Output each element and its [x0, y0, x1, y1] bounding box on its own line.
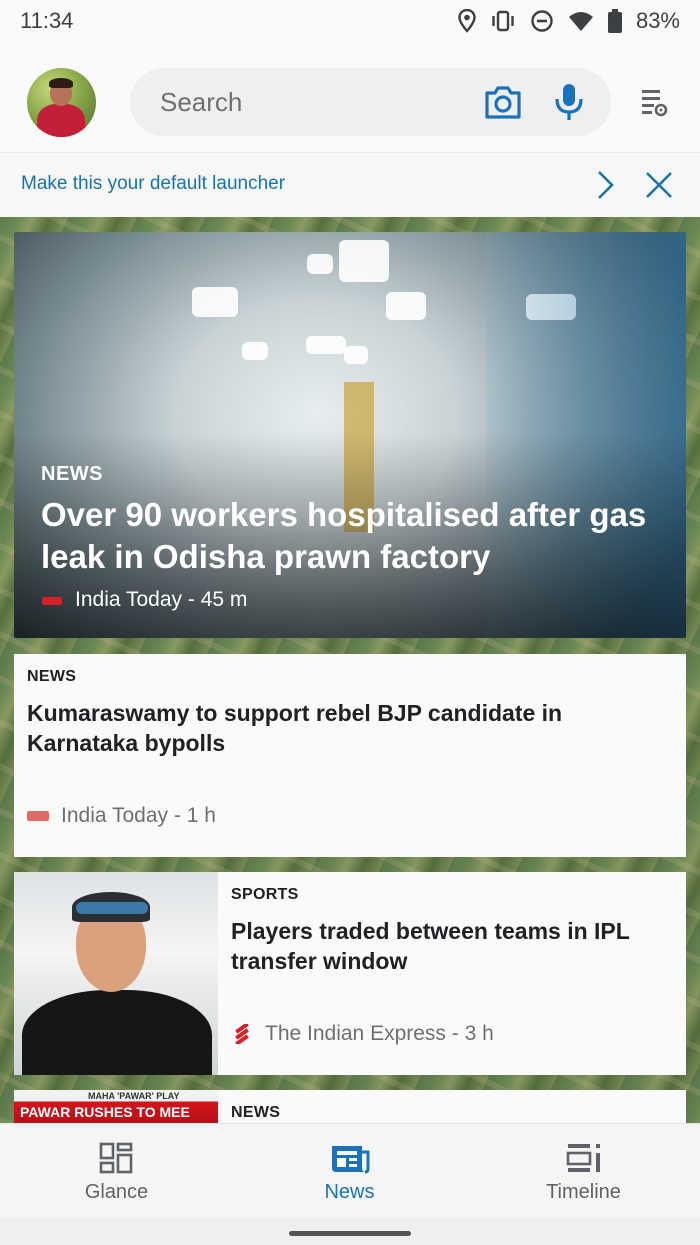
header: Search	[0, 42, 700, 152]
wifi-icon	[568, 12, 593, 31]
card-title[interactable]: Players traded between teams in IPL tran…	[231, 916, 671, 976]
microphone-icon[interactable]	[554, 82, 584, 122]
search-bar[interactable]: Search	[130, 68, 611, 136]
india-today-logo-icon	[27, 811, 49, 821]
card-source: The Indian Express - 3 h	[265, 1022, 494, 1045]
card-category: SPORTS	[231, 886, 299, 903]
do-not-disturb-icon	[531, 10, 553, 32]
card-title[interactable]: Kumaraswamy to support rebel BJP candida…	[27, 698, 647, 758]
hero-category: NEWS	[41, 463, 103, 485]
bottom-navigation: Glance News Timeline	[0, 1123, 700, 1218]
battery-icon	[607, 9, 622, 33]
timeline-icon	[566, 1144, 600, 1172]
status-time: 11:34	[20, 8, 74, 33]
news-icon	[332, 1146, 370, 1174]
avatar[interactable]	[27, 68, 96, 137]
nav-tab-timeline[interactable]: Timeline	[467, 1124, 700, 1219]
news-card[interactable]: SPORTS Players traded between teams in I…	[14, 872, 686, 1075]
hero-news-card[interactable]: NEWS Over 90 workers hospitalised after …	[14, 232, 686, 638]
camera-icon[interactable]	[484, 84, 522, 120]
nav-tab-glance[interactable]: Glance	[0, 1124, 233, 1219]
card-category: NEWS	[27, 668, 77, 685]
hero-title[interactable]: Over 90 workers hospitalised after gas l…	[41, 494, 661, 578]
india-today-logo-icon	[42, 597, 62, 605]
home-gesture-bar[interactable]	[289, 1231, 411, 1236]
hero-source: India Today - 45 m	[75, 588, 248, 611]
chevron-right-icon[interactable]	[594, 170, 616, 200]
default-launcher-link[interactable]: Make this your default launcher	[21, 173, 285, 195]
thumbnail-caption: MAHA 'PAWAR' PLAY	[88, 1091, 180, 1101]
location-icon	[458, 9, 476, 33]
card-thumbnail: MAHA 'PAWAR' PLAY PAWAR RUSHES TO MEE	[14, 1090, 218, 1123]
feed-settings-icon[interactable]	[640, 88, 668, 118]
status-bar: 11:34 83%	[0, 0, 700, 42]
battery-percent: 83%	[635, 8, 680, 33]
card-thumbnail	[14, 872, 218, 1075]
glance-icon	[99, 1142, 133, 1174]
status-icons: 83%	[458, 8, 680, 34]
vibrate-icon	[492, 10, 514, 32]
news-card[interactable]: MAHA 'PAWAR' PLAY PAWAR RUSHES TO MEE NE…	[14, 1090, 686, 1123]
close-icon[interactable]	[644, 170, 674, 200]
indian-express-logo-icon	[235, 1024, 249, 1044]
search-placeholder[interactable]: Search	[160, 87, 611, 118]
card-source: India Today - 1 h	[61, 804, 216, 827]
system-gesture-area	[0, 1218, 700, 1245]
nav-label-glance: Glance	[84, 1181, 149, 1203]
card-category: NEWS	[231, 1104, 281, 1121]
news-card[interactable]: NEWS Kumaraswamy to support rebel BJP ca…	[14, 654, 686, 857]
nav-label-news: News	[324, 1181, 375, 1203]
nav-label-timeline: Timeline	[546, 1181, 621, 1203]
nav-tab-news[interactable]: News	[233, 1124, 466, 1219]
thumbnail-headline: PAWAR RUSHES TO MEE	[20, 1104, 190, 1120]
